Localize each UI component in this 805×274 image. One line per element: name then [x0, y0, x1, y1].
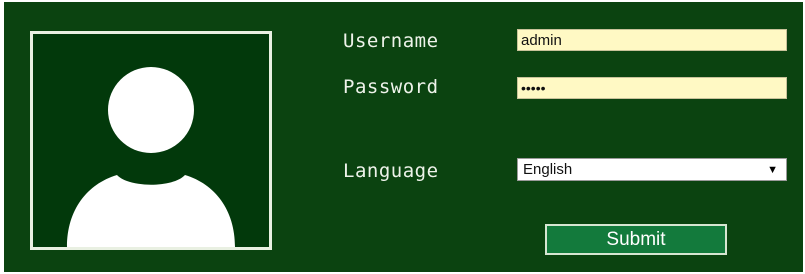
avatar	[30, 31, 272, 250]
password-field[interactable]	[517, 77, 787, 99]
username-field[interactable]	[517, 29, 787, 51]
language-label: Language	[343, 160, 439, 182]
login-panel: Username Password Language English ▼ Sub…	[4, 2, 803, 272]
submit-button[interactable]: Submit	[545, 224, 727, 255]
language-selected-value: English	[523, 161, 573, 178]
password-label: Password	[343, 76, 439, 98]
username-label: Username	[343, 30, 439, 52]
language-select[interactable]: English ▼	[517, 158, 787, 181]
chevron-down-icon[interactable]: ▼	[767, 162, 778, 178]
user-silhouette-icon	[67, 67, 235, 247]
